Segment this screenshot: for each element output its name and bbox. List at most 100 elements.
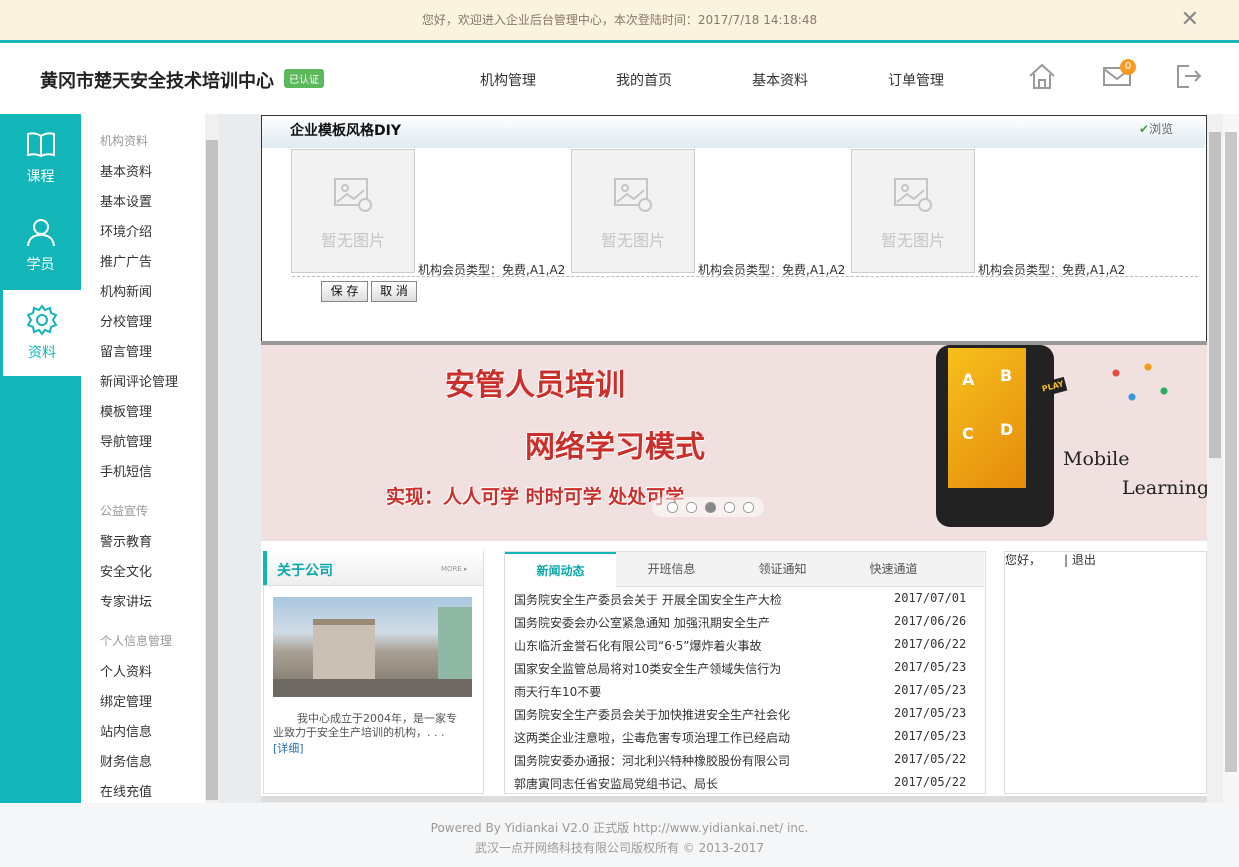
carousel-dot-active[interactable] [705, 502, 716, 513]
news-item-date: 2017/05/23 [894, 660, 967, 674]
menu-item[interactable]: 环境介绍 [100, 221, 152, 240]
greeting-text: 您好， [1005, 553, 1042, 567]
menu-item[interactable]: 模板管理 [100, 401, 152, 420]
nav-org-manage[interactable]: 机构管理 [480, 70, 536, 90]
login-box [1004, 551, 1207, 794]
inner-scrollbar-thumb[interactable] [1209, 132, 1221, 458]
menu-item[interactable]: 安全文化 [100, 561, 152, 580]
check-icon: ✔ [1139, 122, 1150, 136]
menu-item[interactable]: 绑定管理 [100, 691, 152, 710]
menu-item[interactable]: 基本设置 [100, 191, 152, 210]
footer-copyright: 武汉一点开网络科技有限公司版权所有 © 2013-2017 [474, 841, 765, 855]
logout-link[interactable]: | 退出 [1064, 551, 1096, 568]
news-item-date: 2017/05/23 [894, 706, 967, 720]
news-item-title[interactable]: 国家安全监管总局将对10类安全生产领域失信行为 [514, 660, 781, 677]
menu-item[interactable]: 机构新闻 [100, 281, 152, 300]
nav-my-home[interactable]: 我的首页 [616, 70, 672, 90]
more-link[interactable]: MORE ▸ [441, 565, 468, 573]
diy-title-bar [262, 116, 1205, 148]
carousel-dot[interactable] [743, 502, 754, 513]
news-item-date: 2017/06/22 [894, 637, 967, 651]
menu-item[interactable]: 站内信息 [100, 721, 152, 740]
menu-item[interactable]: 警示教育 [100, 531, 152, 550]
nav-order-manage[interactable]: 订单管理 [888, 70, 944, 90]
menu-item[interactable]: 推广广告 [100, 251, 152, 270]
news-item-title[interactable]: 国务院安全生产委员会关于 开展全国安全生产大检 [514, 591, 782, 608]
submenu-scrollbar-thumb[interactable] [206, 140, 218, 800]
news-item-date: 2017/05/23 [894, 729, 967, 743]
cancel-button[interactable]: 取 消 [371, 281, 417, 302]
menu-item[interactable]: 财务信息 [100, 751, 152, 770]
street-shape [273, 679, 472, 697]
book-icon [26, 132, 55, 158]
image-icon [614, 178, 652, 212]
news-item-title[interactable]: 雨天行车10不要 [514, 683, 601, 700]
logout-icon[interactable] [1173, 61, 1203, 91]
phone-letter: A [962, 370, 975, 389]
news-item-date: 2017/07/01 [894, 591, 967, 605]
about-detail-link[interactable]: [详细] [273, 740, 304, 756]
tab-news[interactable]: 新闻动态 [505, 552, 616, 587]
image-icon [894, 178, 932, 212]
menu-item[interactable]: 基本资料 [100, 161, 152, 180]
phone-letter: C [962, 424, 974, 443]
page-scrollbar-thumb[interactable] [1225, 132, 1237, 772]
news-item-date: 2017/05/22 [894, 775, 967, 789]
building-shape [313, 619, 375, 685]
decorative-icons [1100, 355, 1180, 415]
preview-link[interactable]: ✔浏览 [1139, 120, 1173, 137]
no-image-label: 暂无图片 [320, 231, 385, 250]
save-button[interactable]: 保 存 [321, 281, 368, 302]
horizontal-scrollbar[interactable] [261, 796, 1207, 802]
banner-line-3: 实现：人人可学 时时可学 处处可学 [386, 486, 685, 508]
news-item-title[interactable]: 国务院安委会办公室紧急通知 加强汛期安全生产 [514, 614, 770, 631]
left-nav: 课程 学员 资料 [0, 114, 81, 803]
leftnav-student[interactable]: 学员 [0, 202, 81, 288]
carousel-dot[interactable] [686, 502, 697, 513]
phone-letter: D [1000, 420, 1014, 439]
footer: Powered By Yidiankai V2.0 正式版 http://www… [0, 803, 1239, 867]
building-shape [438, 607, 472, 682]
menu-item[interactable]: 手机短信 [100, 461, 152, 480]
menu-item[interactable]: 新闻评论管理 [100, 371, 178, 390]
home-icon[interactable] [1027, 61, 1057, 91]
template-thumbnail[interactable]: 暂无图片 [291, 149, 415, 273]
news-item-title[interactable]: 国务院安全生产委员会关于加快推进安全生产社会化 [514, 706, 790, 723]
tab-class-info[interactable]: 开班信息 [616, 552, 727, 586]
no-image-label: 暂无图片 [880, 231, 945, 250]
banner-mobile: Mobile [1063, 448, 1130, 470]
tab-certificate[interactable]: 领证通知 [727, 552, 838, 586]
leftnav-course[interactable]: 课程 [0, 114, 81, 200]
verified-badge: 已认证 [284, 69, 324, 88]
nav-basic-info[interactable]: 基本资料 [752, 70, 808, 90]
leftnav-label: 资料 [28, 345, 56, 361]
gear-icon [26, 304, 58, 336]
menu-item[interactable]: 分校管理 [100, 311, 152, 330]
news-item-title[interactable]: 山东临沂金誉石化有限公司“6·5”爆炸着火事故 [514, 637, 762, 654]
news-item-title[interactable]: 国务院安委办通报：河北利兴特种橡胶股份有限公司 [514, 752, 790, 769]
tab-quick-access[interactable]: 快速通道 [838, 552, 949, 586]
news-item-date: 2017/05/23 [894, 683, 967, 697]
about-accent [263, 551, 267, 585]
notice-text: 您好，欢迎进入企业后台管理中心，本次登陆时间：2017/7/18 14:18:4… [421, 13, 818, 27]
template-thumbnail[interactable]: 暂无图片 [571, 149, 695, 273]
menu-item[interactable]: 个人资料 [100, 661, 152, 680]
carousel-dot[interactable] [724, 502, 735, 513]
carousel-dot[interactable] [667, 502, 678, 513]
menu-item[interactable]: 在线充值 [100, 781, 152, 800]
close-icon[interactable]: ✕ [1181, 8, 1199, 32]
leftnav-material[interactable]: 资料 [3, 290, 81, 376]
mail-count-badge: 0 [1120, 59, 1136, 75]
template-thumbnail[interactable]: 暂无图片 [851, 149, 975, 273]
about-text: 我中心成立于2004年，是一家专业致力于安全生产培训的机构，. . . [273, 712, 457, 739]
menu-group-title: 公益宣传 [100, 504, 149, 518]
menu-item[interactable]: 导航管理 [100, 431, 152, 450]
divider [292, 276, 1198, 277]
menu-group-title: 机构资料 [100, 134, 149, 148]
news-item-title[interactable]: 这两类企业注意啦，尘毒危害专项治理工作已经启动 [514, 729, 790, 746]
header: 黄冈市楚天安全技术培训中心 已认证 机构管理 我的首页 基本资料 订单管理 0 [0, 43, 1239, 115]
leftnav-label: 课程 [26, 169, 55, 185]
news-item-title[interactable]: 郭唐寅同志任省安监局党组书记、局长 [514, 775, 718, 792]
menu-item[interactable]: 留言管理 [100, 341, 152, 360]
menu-item[interactable]: 专家讲坛 [100, 591, 152, 610]
